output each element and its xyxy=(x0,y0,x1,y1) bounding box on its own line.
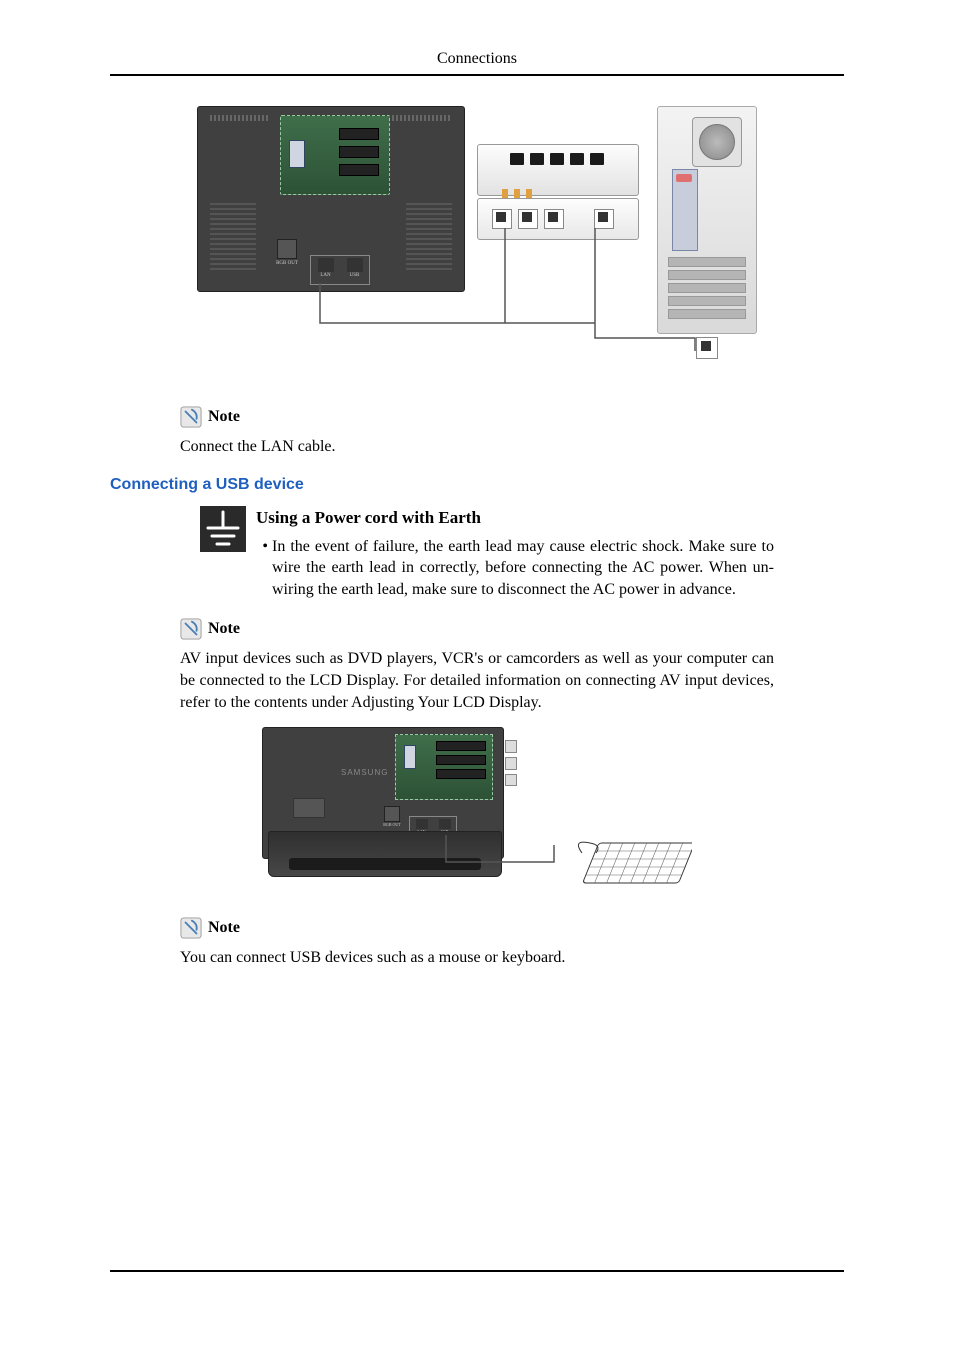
rgb-out-label: RGB OUT xyxy=(276,261,298,266)
usb-port-icon xyxy=(347,258,363,272)
earth-bullet-text: In the event of failure, the earth lead … xyxy=(272,536,774,601)
note-label: Note xyxy=(208,620,240,638)
lan-port-label: LAN xyxy=(320,273,330,278)
lan-usb-port-group: LAN USB xyxy=(310,255,370,285)
note-label: Note xyxy=(208,919,240,937)
network-hub-rear-illustration xyxy=(477,144,639,196)
option-board-illustration xyxy=(280,115,390,195)
network-hub-front-illustration xyxy=(477,198,639,240)
note-icon xyxy=(180,618,202,640)
usb-cable-line xyxy=(444,827,594,877)
note-icon xyxy=(180,406,202,428)
brand-label: SAMSUNG xyxy=(341,768,388,777)
note-label: Note xyxy=(208,408,240,426)
figure-usb-connection: SAMSUNG RGB OUT LAN USB xyxy=(110,727,844,897)
note-body-av: AV input devices such as DVD players, VC… xyxy=(180,648,774,713)
note-body-lan: Connect the LAN cable. xyxy=(180,436,844,458)
figure-lan-connection: RGB OUT LAN USB xyxy=(110,106,844,386)
lan-port-icon xyxy=(318,258,334,272)
rgb-out-port: RGB OUT xyxy=(276,239,298,269)
note-icon xyxy=(180,917,202,939)
lan-port-icon xyxy=(416,819,428,829)
page-header-title: Connections xyxy=(110,50,844,68)
rgb-out-port: RGB OUT xyxy=(383,806,401,828)
header-rule xyxy=(110,74,844,76)
earth-heading: Using a Power cord with Earth xyxy=(256,508,774,528)
pc-fan-icon xyxy=(692,117,742,167)
lan-cable-line xyxy=(315,283,721,363)
note-body-usb: You can connect USB devices such as a mo… xyxy=(180,947,844,969)
earth-ground-icon xyxy=(200,506,246,552)
footer-rule xyxy=(110,1270,844,1272)
section-heading-usb: Connecting a USB device xyxy=(110,476,844,494)
monitor-rear-illustration: RGB OUT LAN USB xyxy=(197,106,465,292)
usb-port-label: USB xyxy=(350,273,360,278)
rgb-out-label: RGB OUT xyxy=(383,822,401,827)
